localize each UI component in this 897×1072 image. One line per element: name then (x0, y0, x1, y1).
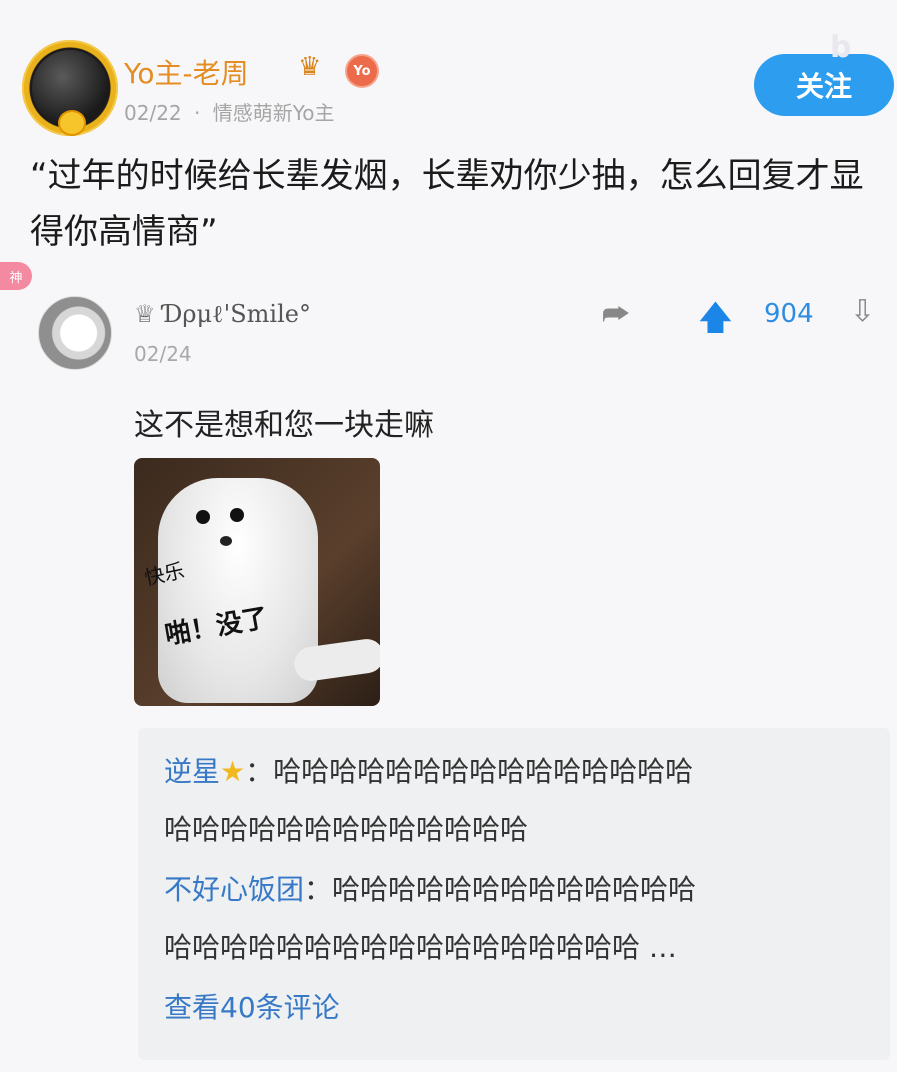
yo-badge-icon: Yo (345, 54, 379, 88)
reply-author[interactable]: 不好心饭团 (164, 873, 304, 906)
reply-text-continued: 哈哈哈哈哈哈哈哈哈哈哈哈哈 (164, 813, 529, 846)
reply-text-continued: 哈哈哈哈哈哈哈哈哈哈哈哈哈哈哈哈哈 … (164, 931, 677, 964)
avatar-frame-badge (58, 110, 86, 136)
crown-icon: ♛ (298, 52, 322, 82)
follow-button[interactable]: 关注 (754, 54, 894, 116)
poster-name[interactable]: Yo主-老周 (124, 52, 249, 92)
meme-dog-eye (196, 510, 210, 524)
commenter-avatar[interactable] (38, 296, 112, 370)
god-comment-badge: 神 (0, 262, 32, 290)
meme-dog-eye (230, 508, 244, 522)
arrow-down-icon[interactable]: ⇩ (850, 294, 875, 329)
arrow-up-icon[interactable]: 🡅 (698, 294, 733, 351)
meta-separator: · (194, 101, 201, 125)
post-text: “过年的时候给长辈发烟，长辈劝你少抽，怎么回复才显得你高情商” (30, 156, 864, 252)
vote-count: 904 (764, 299, 814, 329)
post-meta: 02/22 · 情感萌新Yo主 (124, 97, 335, 126)
comment-date: 02/24 (134, 342, 192, 366)
meme-dog-nose (220, 536, 232, 546)
bilibili-watermark-icon: b (830, 30, 852, 65)
meme-image[interactable]: 快乐 啪！没了 (134, 458, 380, 706)
reply-author[interactable]: 逆星 (164, 755, 220, 788)
view-more-comments-link[interactable]: 查看40条评论 (164, 986, 340, 1026)
poster-avatar[interactable] (22, 40, 118, 136)
reply-text: 哈哈哈哈哈哈哈哈哈哈哈哈哈哈哈 (273, 755, 694, 788)
reply-preview-box[interactable]: 逆星★：哈哈哈哈哈哈哈哈哈哈哈哈哈哈哈 哈哈哈哈哈哈哈哈哈哈哈哈哈 不好心饭团：… (138, 728, 890, 1060)
reply-item: 逆星★：哈哈哈哈哈哈哈哈哈哈哈哈哈哈哈 (164, 752, 693, 792)
post-date: 02/22 (124, 101, 182, 125)
commenter-name[interactable]: ♕ Ɗρμℓ'Smile° (134, 300, 311, 329)
post-category: 情感萌新Yo主 (212, 101, 335, 125)
reply-separator: ： (304, 873, 333, 906)
comment-text: 这不是想和您一块走嘛 (134, 408, 434, 443)
star-icon: ★ (220, 755, 246, 788)
reply-text: 哈哈哈哈哈哈哈哈哈哈哈哈哈 (332, 873, 697, 906)
reply-separator: ： (245, 755, 274, 788)
share-icon[interactable]: ⮫ (602, 297, 630, 332)
reply-item: 不好心饭团：哈哈哈哈哈哈哈哈哈哈哈哈哈 (164, 870, 696, 910)
